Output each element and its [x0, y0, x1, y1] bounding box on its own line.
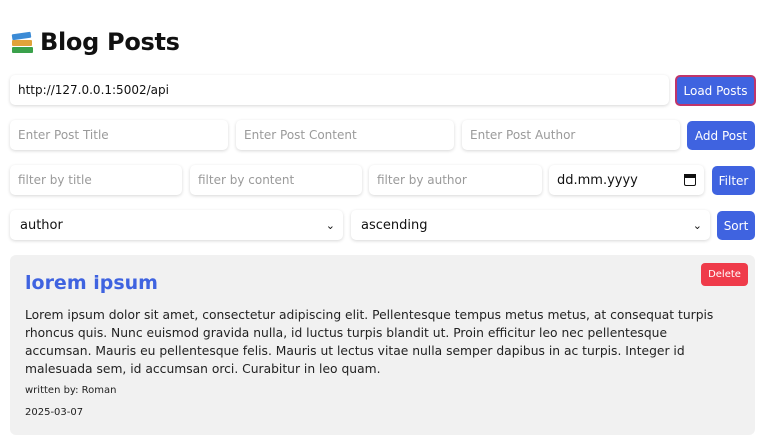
add-post-button[interactable]: Add Post [687, 121, 755, 150]
delete-post-button[interactable]: Delete [701, 263, 748, 286]
filter-date-input[interactable]: dd.mm.yyyy [549, 165, 704, 195]
chevron-down-icon: ⌄ [325, 218, 335, 232]
filter-content-input[interactable] [190, 165, 362, 195]
calendar-icon[interactable] [684, 174, 696, 186]
post-content-input[interactable] [236, 120, 454, 150]
api-url-input[interactable] [10, 75, 669, 105]
filter-button[interactable]: Filter [712, 166, 755, 195]
post-date: 2025-03-07 [25, 407, 84, 418]
sort-field-select[interactable]: author ⌄ [10, 210, 343, 240]
sort-field-value: author [20, 217, 63, 233]
sort-order-select[interactable]: ascending ⌄ [351, 210, 710, 240]
sort-button[interactable]: Sort [717, 211, 755, 240]
filter-title-input[interactable] [10, 165, 182, 195]
post-title-input[interactable] [10, 120, 228, 150]
load-posts-button[interactable]: Load Posts [675, 75, 756, 106]
sort-order-value: ascending [361, 217, 428, 233]
post-title: lorem ipsum [25, 272, 158, 294]
books-icon [10, 30, 34, 54]
post-content: Lorem ipsum dolor sit amet, consectetur … [25, 308, 714, 376]
post-card: lorem ipsum Delete Lorem ipsum dolor sit… [10, 255, 755, 435]
page-header: Blog Posts [10, 26, 180, 58]
filter-author-input[interactable] [369, 165, 542, 195]
chevron-down-icon: ⌄ [692, 218, 702, 232]
page-title: Blog Posts [40, 28, 180, 56]
post-author: written by: Roman [25, 385, 117, 396]
date-placeholder: dd.mm.yyyy [557, 172, 638, 188]
post-author-input[interactable] [462, 120, 680, 150]
